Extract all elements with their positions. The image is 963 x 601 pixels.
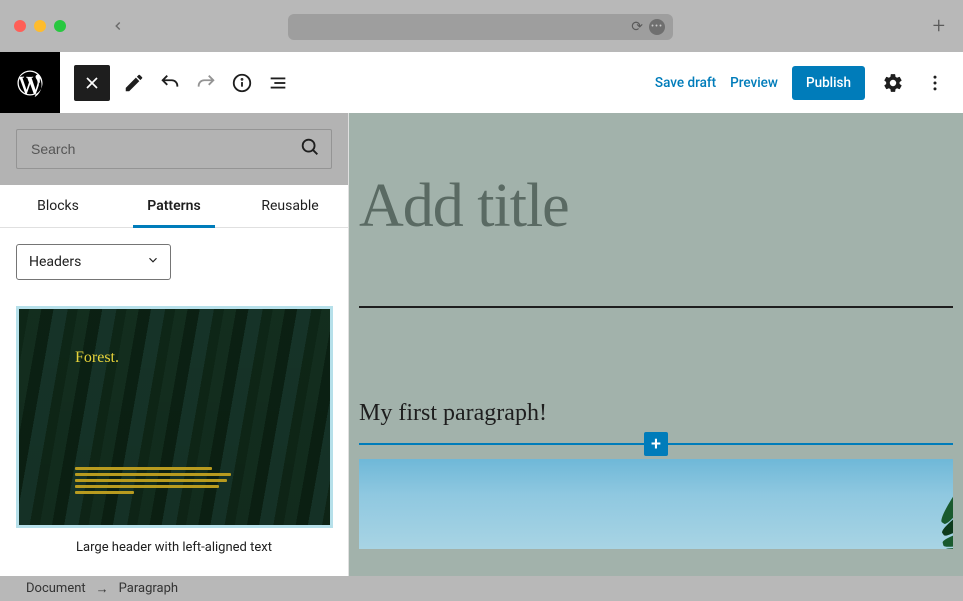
edit-mode-button[interactable]: [116, 65, 152, 101]
outline-button[interactable]: [260, 65, 296, 101]
search-section: [0, 113, 348, 185]
info-button[interactable]: [224, 65, 260, 101]
search-input[interactable]: [31, 141, 299, 157]
reader-icon[interactable]: •••: [649, 19, 665, 35]
wordpress-logo-icon[interactable]: [0, 52, 60, 113]
breadcrumb-separator-icon: →: [96, 581, 109, 597]
browser-back-button[interactable]: [106, 14, 130, 38]
minimize-window-icon[interactable]: [34, 20, 46, 32]
block-inserter-panel: Blocks Patterns Reusable Headers Forest.: [0, 113, 349, 576]
pattern-item[interactable]: Forest. Large header with left-aligned t…: [16, 306, 332, 555]
pattern-category-value: Headers: [29, 254, 81, 270]
chevron-down-icon: [146, 253, 160, 271]
reload-icon[interactable]: ⟳: [631, 19, 643, 35]
address-bar[interactable]: ⟳ •••: [288, 14, 673, 40]
window-controls: [14, 20, 66, 32]
breadcrumb-leaf[interactable]: Paragraph: [119, 581, 178, 596]
inserter-tabs: Blocks Patterns Reusable: [0, 185, 348, 228]
editor-topbar: Save draft Preview Publish: [0, 52, 963, 113]
search-icon[interactable]: [299, 136, 321, 162]
more-options-button[interactable]: [921, 69, 949, 97]
redo-button: [188, 65, 224, 101]
image-block[interactable]: [359, 459, 953, 549]
block-breadcrumb: Document → Paragraph: [0, 576, 963, 601]
tab-blocks[interactable]: Blocks: [0, 185, 116, 227]
undo-button[interactable]: [152, 65, 188, 101]
pattern-thumb-title: Forest.: [75, 349, 119, 367]
block-inserter-line[interactable]: +: [359, 443, 953, 445]
new-tab-icon[interactable]: +: [933, 14, 945, 39]
preview-button[interactable]: Preview: [730, 75, 778, 91]
breadcrumb-root[interactable]: Document: [26, 581, 86, 596]
search-input-wrapper[interactable]: [16, 129, 332, 169]
separator-block[interactable]: [359, 306, 953, 308]
pattern-caption: Large header with left-aligned text: [16, 540, 332, 555]
settings-button[interactable]: [879, 69, 907, 97]
toggle-inserter-button[interactable]: [74, 65, 110, 101]
editor-canvas[interactable]: Add title My first paragraph! +: [349, 113, 963, 576]
close-window-icon[interactable]: [14, 20, 26, 32]
plus-icon: +: [651, 434, 661, 455]
tab-patterns[interactable]: Patterns: [116, 185, 232, 227]
maximize-window-icon[interactable]: [54, 20, 66, 32]
save-draft-button[interactable]: Save draft: [655, 75, 716, 91]
pattern-thumbnail[interactable]: Forest.: [16, 306, 333, 528]
paragraph-block[interactable]: My first paragraph!: [359, 400, 963, 427]
pattern-thumb-text-icon: [75, 467, 270, 497]
publish-button[interactable]: Publish: [792, 66, 865, 100]
tab-reusable[interactable]: Reusable: [232, 185, 348, 227]
browser-chrome: ⟳ ••• +: [0, 0, 963, 52]
pattern-category-select[interactable]: Headers: [16, 244, 171, 280]
inline-add-block-button[interactable]: +: [644, 432, 668, 456]
post-title-input[interactable]: Add title: [349, 113, 963, 242]
